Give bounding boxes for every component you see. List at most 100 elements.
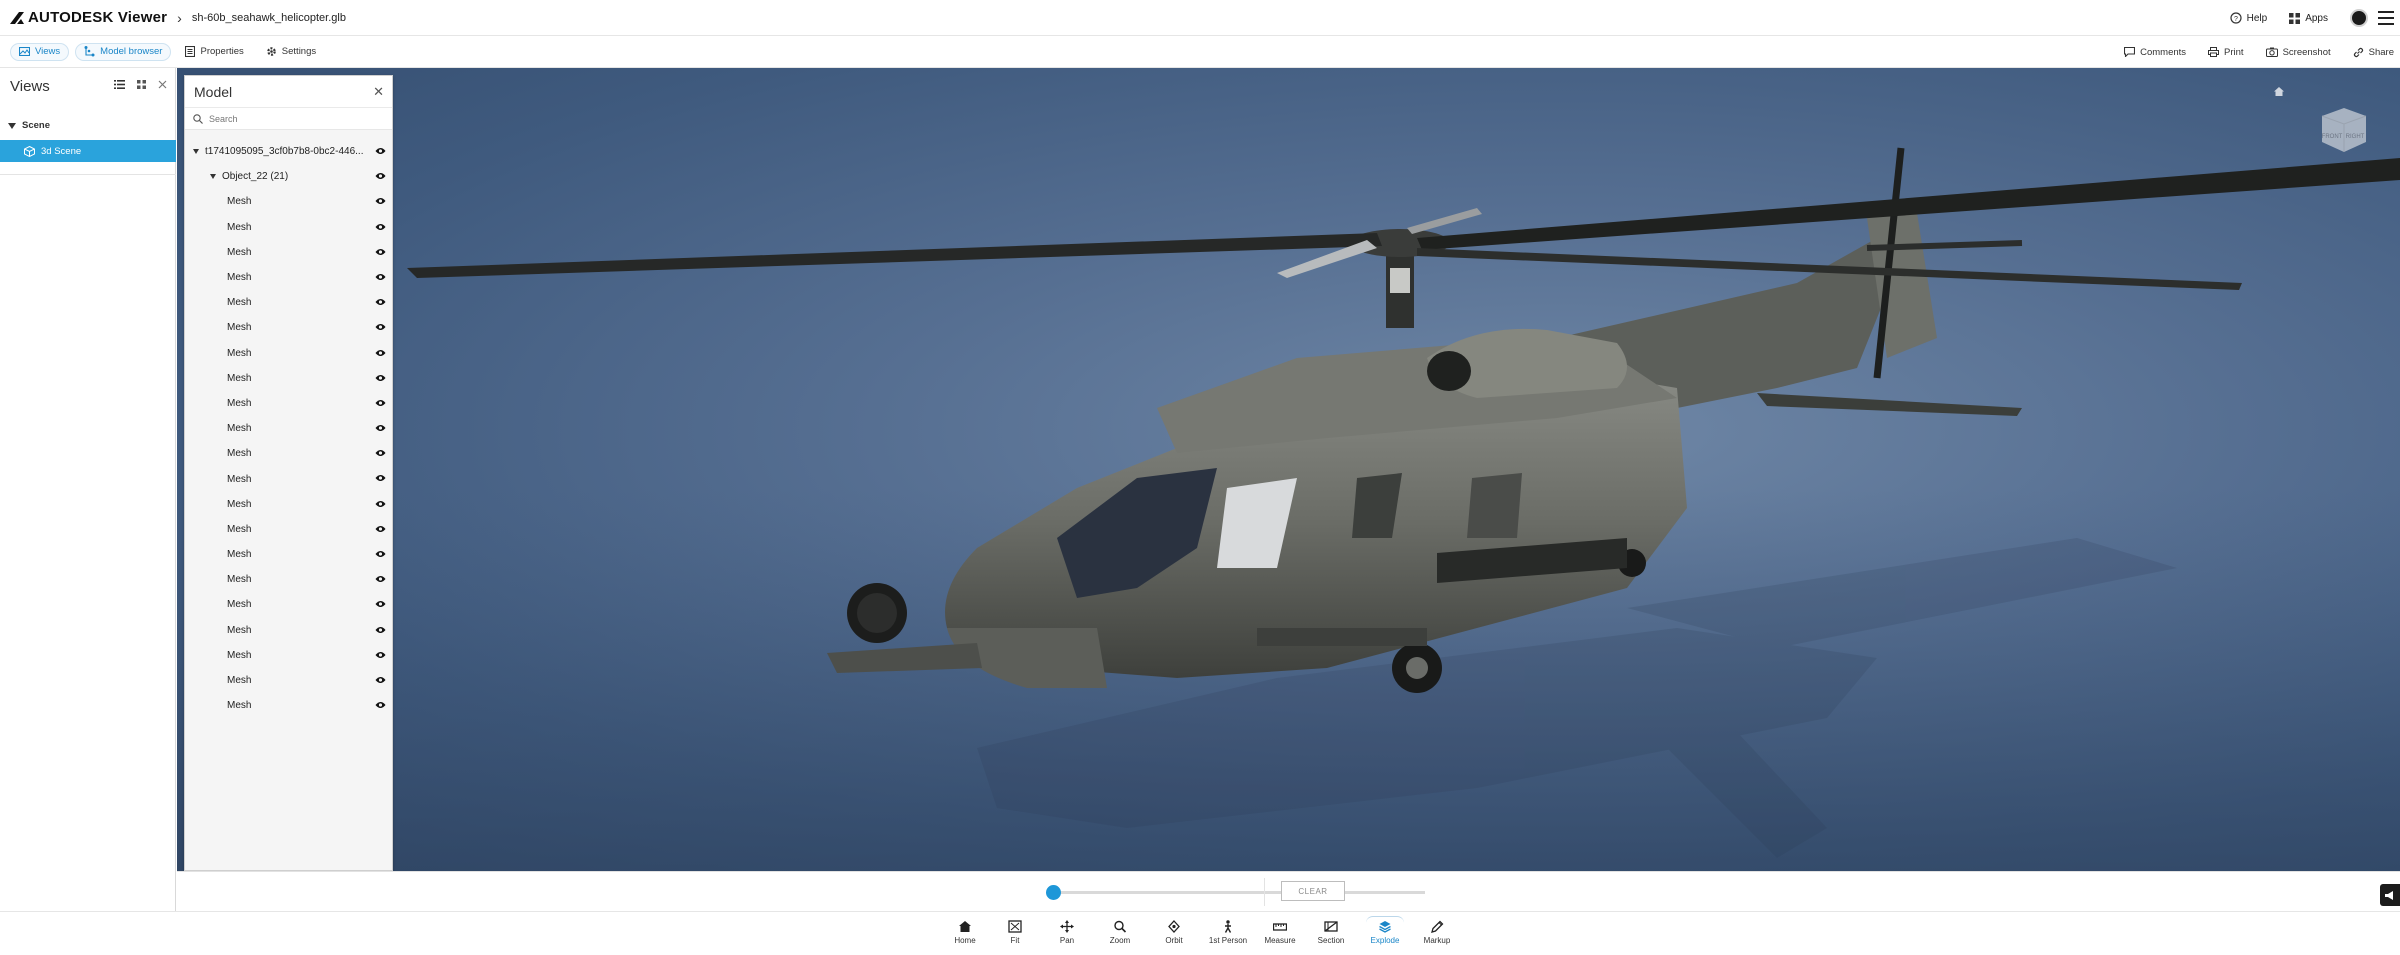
- tool-measure-button[interactable]: Measure: [1257, 916, 1303, 952]
- tree-node-mesh[interactable]: Mesh: [185, 240, 392, 265]
- tree-node-mesh[interactable]: Mesh: [185, 341, 392, 366]
- model-browser-button[interactable]: Model browser: [75, 42, 172, 61]
- visibility-eye-icon[interactable]: [375, 223, 386, 231]
- visibility-eye-icon[interactable]: [375, 626, 386, 634]
- tree-node-mesh[interactable]: Mesh: [185, 441, 392, 466]
- visibility-eye-icon[interactable]: [375, 248, 386, 256]
- tree-node-mesh[interactable]: Mesh: [185, 618, 392, 643]
- tree-node-mesh[interactable]: Mesh: [185, 668, 392, 693]
- file-name: sh-60b_seahawk_helicopter.glb: [191, 11, 346, 24]
- tree-node-mesh[interactable]: Mesh: [185, 466, 392, 491]
- navigation-toolbar: Home Fit Pan Zoom Orbit 1st Person Measure Sect…: [0, 911, 2400, 955]
- viewcube-home-icon[interactable]: [2273, 84, 2285, 102]
- tree-node-label: Mesh: [227, 221, 252, 233]
- tree-node-mesh[interactable]: Mesh: [185, 189, 392, 214]
- visibility-eye-icon[interactable]: [375, 676, 386, 684]
- tool-explode-button[interactable]: Explode: [1362, 916, 1408, 952]
- 3d-viewport[interactable]: FRONT RIGHT: [177, 68, 2400, 871]
- comments-button[interactable]: Comments: [2124, 47, 2186, 58]
- tool-pan-button[interactable]: Pan: [1044, 916, 1090, 952]
- tree-node-mesh[interactable]: Mesh: [185, 215, 392, 240]
- model-search-input[interactable]: [209, 113, 369, 124]
- screenshot-label: Screenshot: [2282, 46, 2331, 58]
- tree-node-mesh[interactable]: Mesh: [185, 366, 392, 391]
- tree-node-mesh[interactable]: Mesh: [185, 391, 392, 416]
- visibility-eye-icon[interactable]: [375, 701, 386, 709]
- tool-markup-button[interactable]: Markup: [1414, 916, 1460, 952]
- feedback-tab[interactable]: [2380, 884, 2400, 906]
- scene-section-header[interactable]: Scene: [8, 120, 50, 131]
- visibility-eye-icon[interactable]: [375, 298, 386, 306]
- views-icon: [19, 47, 30, 56]
- tool-home-button[interactable]: Home: [942, 916, 988, 952]
- model-search-bar: [185, 108, 392, 130]
- visibility-eye-icon[interactable]: [375, 374, 386, 382]
- expand-triangle-icon[interactable]: [210, 174, 216, 180]
- clear-button[interactable]: CLEAR: [1281, 881, 1345, 901]
- list-view-icon[interactable]: [114, 80, 125, 89]
- expand-triangle-icon[interactable]: [193, 149, 199, 155]
- close-icon[interactable]: ✕: [373, 85, 384, 98]
- visibility-eye-icon[interactable]: [375, 550, 386, 558]
- tree-node-label: Mesh: [227, 599, 252, 611]
- visibility-eye-icon[interactable]: [375, 273, 386, 281]
- visibility-eye-icon[interactable]: [375, 424, 386, 432]
- tree-node-mesh[interactable]: Mesh: [185, 315, 392, 340]
- tree-node-mesh[interactable]: Mesh: [185, 643, 392, 668]
- visibility-eye-icon[interactable]: [375, 172, 386, 180]
- help-link[interactable]: ? Help: [2230, 12, 2267, 24]
- tool-1st-person-button[interactable]: 1st Person: [1205, 916, 1251, 952]
- tool-fit-button[interactable]: Fit: [992, 916, 1038, 952]
- views-button[interactable]: Views: [10, 42, 70, 61]
- view-cube[interactable]: FRONT RIGHT: [2318, 106, 2370, 159]
- tree-node-mesh[interactable]: Mesh: [185, 693, 392, 718]
- properties-button[interactable]: Properties: [177, 43, 251, 61]
- explode-slider-track[interactable]: [1050, 891, 1425, 894]
- visibility-eye-icon[interactable]: [375, 474, 386, 482]
- tree-node-mesh[interactable]: Mesh: [185, 517, 392, 542]
- apps-link[interactable]: Apps: [2289, 12, 2328, 24]
- visibility-eye-icon[interactable]: [375, 651, 386, 659]
- visibility-eye-icon[interactable]: [375, 575, 386, 583]
- autodesk-logo[interactable]: AUTODESK Viewer: [10, 9, 167, 26]
- print-button[interactable]: Print: [2208, 47, 2244, 58]
- breadcrumb-chevron-icon: ›: [177, 9, 182, 26]
- visibility-eye-icon[interactable]: [375, 147, 386, 155]
- views-button-label: Views: [35, 46, 61, 57]
- tool-orbit-button[interactable]: Orbit: [1151, 916, 1197, 952]
- tree-node-mesh[interactable]: Mesh: [185, 592, 392, 617]
- tool-section-button[interactable]: Section: [1308, 916, 1354, 952]
- visibility-eye-icon[interactable]: [375, 600, 386, 608]
- explode-slider-thumb[interactable]: [1046, 885, 1061, 900]
- visibility-eye-icon[interactable]: [375, 525, 386, 533]
- tree-node-mesh[interactable]: Mesh: [185, 416, 392, 441]
- close-icon[interactable]: [158, 80, 167, 89]
- tree-node-label: Mesh: [227, 624, 252, 636]
- tree-node-mesh[interactable]: Mesh: [185, 567, 392, 592]
- tree-node-label: Mesh: [227, 448, 252, 460]
- settings-button[interactable]: Settings: [258, 43, 324, 61]
- visibility-eye-icon[interactable]: [375, 197, 386, 205]
- visibility-eye-icon[interactable]: [375, 500, 386, 508]
- markup-icon: [1431, 920, 1444, 933]
- tool-zoom-button[interactable]: Zoom: [1097, 916, 1143, 952]
- tree-node-mesh[interactable]: Mesh: [185, 265, 392, 290]
- zoom-icon: [1114, 920, 1127, 933]
- view-item-3d-scene[interactable]: 3d Scene: [0, 140, 176, 162]
- grid-view-icon[interactable]: [137, 80, 146, 89]
- tree-node-mesh[interactable]: Mesh: [185, 492, 392, 517]
- measure-icon: [1273, 923, 1287, 931]
- tree-node-mesh[interactable]: Mesh: [185, 290, 392, 315]
- tree-node-mesh[interactable]: Mesh: [185, 542, 392, 567]
- visibility-eye-icon[interactable]: [375, 399, 386, 407]
- screenshot-button[interactable]: Screenshot: [2265, 46, 2331, 58]
- main-menu-icon[interactable]: [2378, 11, 2394, 25]
- visibility-eye-icon[interactable]: [375, 449, 386, 457]
- user-avatar[interactable]: [2350, 9, 2368, 27]
- share-button[interactable]: Share: [2353, 47, 2394, 58]
- visibility-eye-icon[interactable]: [375, 349, 386, 357]
- tree-node-root[interactable]: t1741095095_3cf0b7b8-0bc2-446...: [185, 139, 392, 164]
- tree-node-object[interactable]: Object_22 (21): [185, 164, 392, 189]
- visibility-eye-icon[interactable]: [375, 323, 386, 331]
- tool-label: 1st Person: [1208, 936, 1248, 945]
